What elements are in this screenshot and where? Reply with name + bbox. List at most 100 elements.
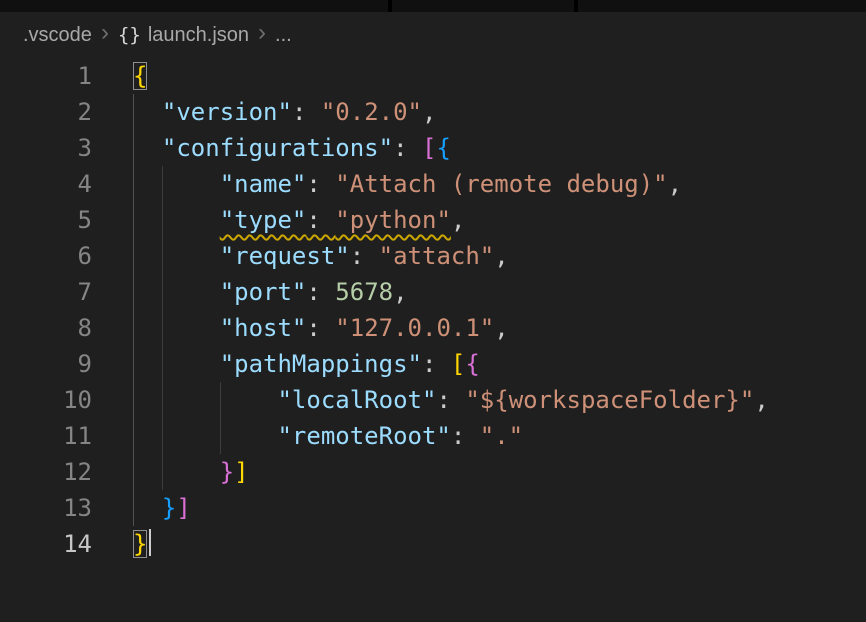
- indent-guide: [133, 382, 162, 418]
- code-text: {: [92, 58, 147, 94]
- line-number[interactable]: 1: [0, 58, 92, 94]
- indent-guide: [133, 94, 162, 130]
- line-number[interactable]: 7: [0, 274, 92, 310]
- code-token: :: [306, 170, 335, 198]
- line-number[interactable]: 5: [0, 202, 92, 238]
- indent-guide: [162, 166, 220, 202]
- code-line[interactable]: 3 "configurations": [{: [0, 130, 866, 166]
- code-line[interactable]: 11"remoteRoot": ".": [0, 418, 866, 454]
- code-line[interactable]: 13}]: [0, 490, 866, 526]
- code-text: "type": "python",: [92, 202, 465, 238]
- code-text: "localRoot": "${workspaceFolder}",: [92, 382, 769, 418]
- code-token: {: [465, 350, 479, 378]
- code-line[interactable]: 6"request": "attach",: [0, 238, 866, 274]
- indent-guide: [133, 238, 162, 274]
- code-token: "attach": [379, 242, 495, 270]
- code-token: :: [393, 134, 422, 162]
- code-line[interactable]: 9"pathMappings": [{: [0, 346, 866, 382]
- code-text: "remoteRoot": ".": [92, 418, 523, 454]
- indent-guide: [133, 274, 162, 310]
- code-token: "configurations": [162, 134, 393, 162]
- chevron-right-icon: ›: [101, 21, 109, 49]
- code-token: ,: [754, 386, 768, 414]
- code-token: ,: [668, 170, 682, 198]
- chevron-right-icon: ›: [258, 21, 266, 49]
- line-number[interactable]: 4: [0, 166, 92, 202]
- code-text: }]: [92, 490, 191, 526]
- code-token: ,: [393, 278, 407, 306]
- line-number[interactable]: 6: [0, 238, 92, 274]
- token-warning-squiggle: "type": [220, 206, 307, 234]
- code-line[interactable]: 1{: [0, 58, 866, 94]
- breadcrumb-folder[interactable]: .vscode: [23, 24, 92, 47]
- code-line[interactable]: 14}: [0, 526, 866, 562]
- breadcrumb: .vscode › {} launch.json › ...: [0, 12, 866, 58]
- code-token: ,: [422, 98, 436, 126]
- line-number[interactable]: 9: [0, 346, 92, 382]
- code-text: "port": 5678,: [92, 274, 408, 310]
- code-token: "request": [220, 242, 350, 270]
- indent-guide: [133, 130, 162, 166]
- code-line[interactable]: 5"type": "python",: [0, 202, 866, 238]
- code-token: "localRoot": [277, 386, 436, 414]
- code-token: }: [162, 494, 176, 522]
- code-token: {: [436, 134, 450, 162]
- indent-guide: [162, 238, 220, 274]
- code-line[interactable]: 10"localRoot": "${workspaceFolder}",: [0, 382, 866, 418]
- indent-guide: [133, 490, 162, 526]
- code-token: ,: [451, 206, 465, 234]
- code-token: "Attach (remote debug)": [335, 170, 667, 198]
- indent-guide: [162, 418, 220, 454]
- code-token: }: [133, 530, 147, 558]
- indent-guide: [162, 274, 220, 310]
- indent-guide: [220, 418, 278, 454]
- line-number[interactable]: 13: [0, 490, 92, 526]
- code-token: [: [422, 134, 436, 162]
- text-cursor: [149, 529, 151, 556]
- code-token: "port": [220, 278, 307, 306]
- code-line[interactable]: 7"port": 5678,: [0, 274, 866, 310]
- code-token: :: [306, 278, 335, 306]
- code-token: [: [451, 350, 465, 378]
- line-number[interactable]: 11: [0, 418, 92, 454]
- token-warning-squiggle: :: [306, 206, 335, 234]
- breadcrumb-symbol-more[interactable]: ...: [275, 24, 292, 47]
- line-number[interactable]: 2: [0, 94, 92, 130]
- code-token: "127.0.0.1": [335, 314, 494, 342]
- editor-code-area[interactable]: 1{2"version": "0.2.0",3"configurations":…: [0, 58, 866, 562]
- code-token: "${workspaceFolder}": [465, 386, 754, 414]
- code-token: "version": [162, 98, 292, 126]
- indent-guide: [162, 454, 220, 490]
- line-number[interactable]: 14: [0, 526, 92, 562]
- code-token: "pathMappings": [220, 350, 422, 378]
- indent-guide: [162, 202, 220, 238]
- indent-guide: [162, 310, 220, 346]
- code-line[interactable]: 2"version": "0.2.0",: [0, 94, 866, 130]
- line-number[interactable]: 3: [0, 130, 92, 166]
- code-token: ,: [494, 314, 508, 342]
- indent-guide: [133, 166, 162, 202]
- indent-guide: [133, 454, 162, 490]
- line-number[interactable]: 8: [0, 310, 92, 346]
- code-text: "version": "0.2.0",: [92, 94, 436, 130]
- code-token: 5678: [335, 278, 393, 306]
- code-text: }]: [92, 454, 249, 490]
- json-file-icon: {}: [118, 24, 141, 46]
- code-token: :: [306, 314, 335, 342]
- code-token: :: [292, 98, 321, 126]
- indent-guide: [133, 202, 162, 238]
- indent-guide: [220, 382, 278, 418]
- code-token: ,: [494, 242, 508, 270]
- code-line[interactable]: 4"name": "Attach (remote debug)",: [0, 166, 866, 202]
- indent-guide: [133, 310, 162, 346]
- code-text: "name": "Attach (remote debug)",: [92, 166, 682, 202]
- line-number[interactable]: 10: [0, 382, 92, 418]
- code-token: ]: [234, 458, 248, 486]
- tab-separator: [574, 0, 578, 12]
- indent-guide: [162, 382, 220, 418]
- code-line[interactable]: 12}]: [0, 454, 866, 490]
- breadcrumb-file[interactable]: launch.json: [148, 24, 249, 47]
- line-number[interactable]: 12: [0, 454, 92, 490]
- code-line[interactable]: 8"host": "127.0.0.1",: [0, 310, 866, 346]
- code-text: "host": "127.0.0.1",: [92, 310, 509, 346]
